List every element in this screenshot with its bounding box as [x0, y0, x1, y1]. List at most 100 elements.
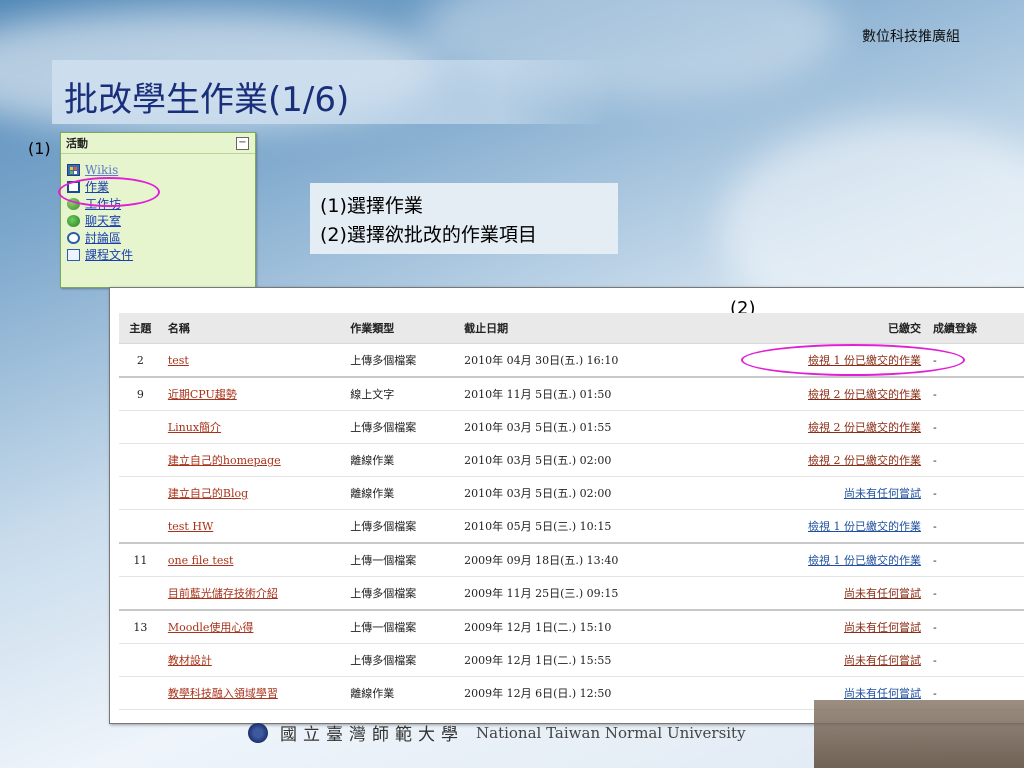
cell-topic	[119, 476, 162, 510]
cell-topic	[119, 576, 162, 611]
assignment-link[interactable]: 建立自己的Blog	[168, 487, 248, 500]
table-row: Linux簡介 上傳多個檔案 2010年 03月 5日(五.) 01:55 檢視…	[119, 410, 1024, 444]
collapse-icon[interactable]: −	[236, 137, 249, 150]
highlight-ellipse-2	[741, 344, 965, 376]
cell-due: 2010年 05月 5日(三.) 10:15	[458, 509, 688, 544]
cell-topic	[119, 643, 162, 677]
table-header-row: 主題 名稱 作業類型 截止日期 已繳交 成績登錄	[119, 313, 1024, 344]
activity-item-forum[interactable]: 討論區	[67, 229, 133, 246]
university-name-cn: 國立臺灣師範大學	[280, 725, 464, 745]
cell-topic	[119, 443, 162, 477]
cell-type: 上傳多個檔案	[344, 576, 459, 611]
cell-topic	[119, 676, 162, 710]
no-attempts-link[interactable]: 尚未有任何嘗試	[844, 487, 921, 500]
wiki-icon	[67, 163, 80, 176]
cell-topic: 2	[119, 343, 162, 378]
cell-type: 上傳多個檔案	[344, 643, 459, 677]
cell-due: 2010年 03月 5日(五.) 02:00	[458, 476, 688, 510]
table-row: 9 近期CPU趨勢 線上文字 2010年 11月 5日(五.) 01:50 檢視…	[119, 376, 1024, 411]
activity-item-wikis[interactable]: Wikis	[67, 161, 133, 178]
header-grade[interactable]: 成績登錄	[926, 313, 1024, 344]
slide-title: 批改學生作業(1/6)	[64, 80, 350, 120]
header-name[interactable]: 名稱	[161, 313, 345, 344]
cell-due: 2010年 11月 5日(五.) 01:50	[458, 376, 688, 411]
table-row: 建立自己的homepage 離線作業 2010年 03月 5日(五.) 02:0…	[119, 443, 1024, 477]
cell-grade: -	[926, 509, 1024, 544]
view-submissions-link[interactable]: 檢視 1 份已繳交的作業	[808, 554, 921, 567]
instruction-line-1: (1)選擇作業	[320, 195, 423, 217]
cell-due: 2009年 12月 6日(日.) 12:50	[458, 676, 688, 710]
cell-type: 上傳多個檔案	[344, 509, 459, 544]
cell-due: 2009年 12月 1日(二.) 15:10	[458, 609, 688, 644]
header-submitted[interactable]: 已繳交	[687, 313, 927, 344]
cell-type: 離線作業	[344, 676, 459, 710]
cell-grade: -	[926, 443, 1024, 477]
cell-grade: -	[926, 376, 1024, 411]
instruction-line-2: (2)選擇欲批改的作業項目	[320, 224, 537, 246]
instruction-note: (1)選擇作業 (2)選擇欲批改的作業項目	[310, 183, 618, 254]
activity-label[interactable]: Wikis	[85, 163, 118, 177]
header-topic[interactable]: 主題	[119, 313, 162, 344]
activity-item-resources[interactable]: 課程文件	[67, 246, 133, 263]
assignment-link[interactable]: test HW	[168, 520, 213, 533]
header-type[interactable]: 作業類型	[344, 313, 459, 344]
cell-topic: 9	[119, 376, 162, 411]
cell-type: 上傳多個檔案	[344, 343, 459, 378]
resource-icon	[67, 248, 80, 261]
activity-item-chat[interactable]: 聊天室	[67, 212, 133, 229]
cell-due: 2009年 11月 25日(三.) 09:15	[458, 576, 688, 611]
cell-type: 上傳多個檔案	[344, 410, 459, 444]
activities-block: 活動 − Wikis 作業 工作坊 聊天室 討論區 課程文件	[60, 132, 256, 288]
campus-building-photo	[814, 700, 1024, 768]
cell-type: 離線作業	[344, 476, 459, 510]
view-submissions-link[interactable]: 檢視 2 份已繳交的作業	[808, 388, 921, 401]
cell-type: 離線作業	[344, 443, 459, 477]
assignment-link[interactable]: 教材設計	[168, 654, 212, 667]
university-seal-icon	[248, 722, 268, 743]
activities-block-title: 活動	[66, 137, 88, 150]
assignment-link[interactable]: Linux簡介	[168, 421, 221, 434]
table-row: 11 one file test 上傳一個檔案 2009年 09月 18日(五.…	[119, 542, 1024, 577]
university-name-en: National Taiwan Normal University	[476, 723, 746, 742]
cell-grade: -	[926, 476, 1024, 510]
cell-due: 2010年 04月 30日(五.) 16:10	[458, 343, 688, 378]
table-row: 建立自己的Blog 離線作業 2010年 03月 5日(五.) 02:00 尚未…	[119, 476, 1024, 510]
assignment-link[interactable]: test	[168, 354, 189, 367]
cell-due: 2010年 03月 5日(五.) 02:00	[458, 443, 688, 477]
view-submissions-link[interactable]: 檢視 2 份已繳交的作業	[808, 454, 921, 467]
cell-due: 2009年 12月 1日(二.) 15:55	[458, 643, 688, 677]
cell-grade: -	[926, 609, 1024, 644]
table-row: 目前藍光儲存技術介紹 上傳多個檔案 2009年 11月 25日(三.) 09:1…	[119, 576, 1024, 611]
university-footer: 國立臺灣師範大學 National Taiwan Normal Universi…	[248, 720, 746, 745]
assignment-link[interactable]: Moodle使用心得	[168, 621, 254, 634]
view-submissions-link[interactable]: 檢視 1 份已繳交的作業	[808, 520, 921, 533]
no-attempts-link[interactable]: 尚未有任何嘗試	[844, 654, 921, 667]
activity-label[interactable]: 課程文件	[85, 246, 133, 263]
assignment-link[interactable]: 目前藍光儲存技術介紹	[168, 587, 278, 600]
cell-grade: -	[926, 576, 1024, 611]
department-label: 數位科技推廣組	[862, 29, 960, 45]
table-row: 教材設計 上傳多個檔案 2009年 12月 1日(二.) 15:55 尚未有任何…	[119, 643, 1024, 677]
assignment-link[interactable]: 建立自己的homepage	[168, 454, 281, 467]
cell-due: 2009年 09月 18日(五.) 13:40	[458, 542, 688, 577]
assignment-link[interactable]: 近期CPU趨勢	[168, 388, 237, 401]
view-submissions-link[interactable]: 檢視 2 份已繳交的作業	[808, 421, 921, 434]
cell-topic	[119, 509, 162, 544]
table-row: 13 Moodle使用心得 上傳一個檔案 2009年 12月 1日(二.) 15…	[119, 609, 1024, 644]
no-attempts-link[interactable]: 尚未有任何嘗試	[844, 621, 921, 634]
no-attempts-link[interactable]: 尚未有任何嘗試	[844, 687, 921, 700]
assignment-link[interactable]: 教學科技融入領域學習	[168, 687, 278, 700]
activities-block-header: 活動 −	[61, 133, 255, 154]
cell-topic: 13	[119, 609, 162, 644]
cell-type: 線上文字	[344, 376, 459, 411]
chat-icon	[67, 214, 80, 227]
cell-grade: -	[926, 542, 1024, 577]
no-attempts-link[interactable]: 尚未有任何嘗試	[844, 587, 921, 600]
activity-label[interactable]: 聊天室	[85, 212, 121, 229]
header-due[interactable]: 截止日期	[458, 313, 688, 344]
cell-type: 上傳一個檔案	[344, 609, 459, 644]
cell-due: 2010年 03月 5日(五.) 01:55	[458, 410, 688, 444]
step-marker-1: (1)	[28, 139, 51, 158]
assignment-link[interactable]: one file test	[168, 554, 234, 567]
activity-label[interactable]: 討論區	[85, 229, 121, 246]
